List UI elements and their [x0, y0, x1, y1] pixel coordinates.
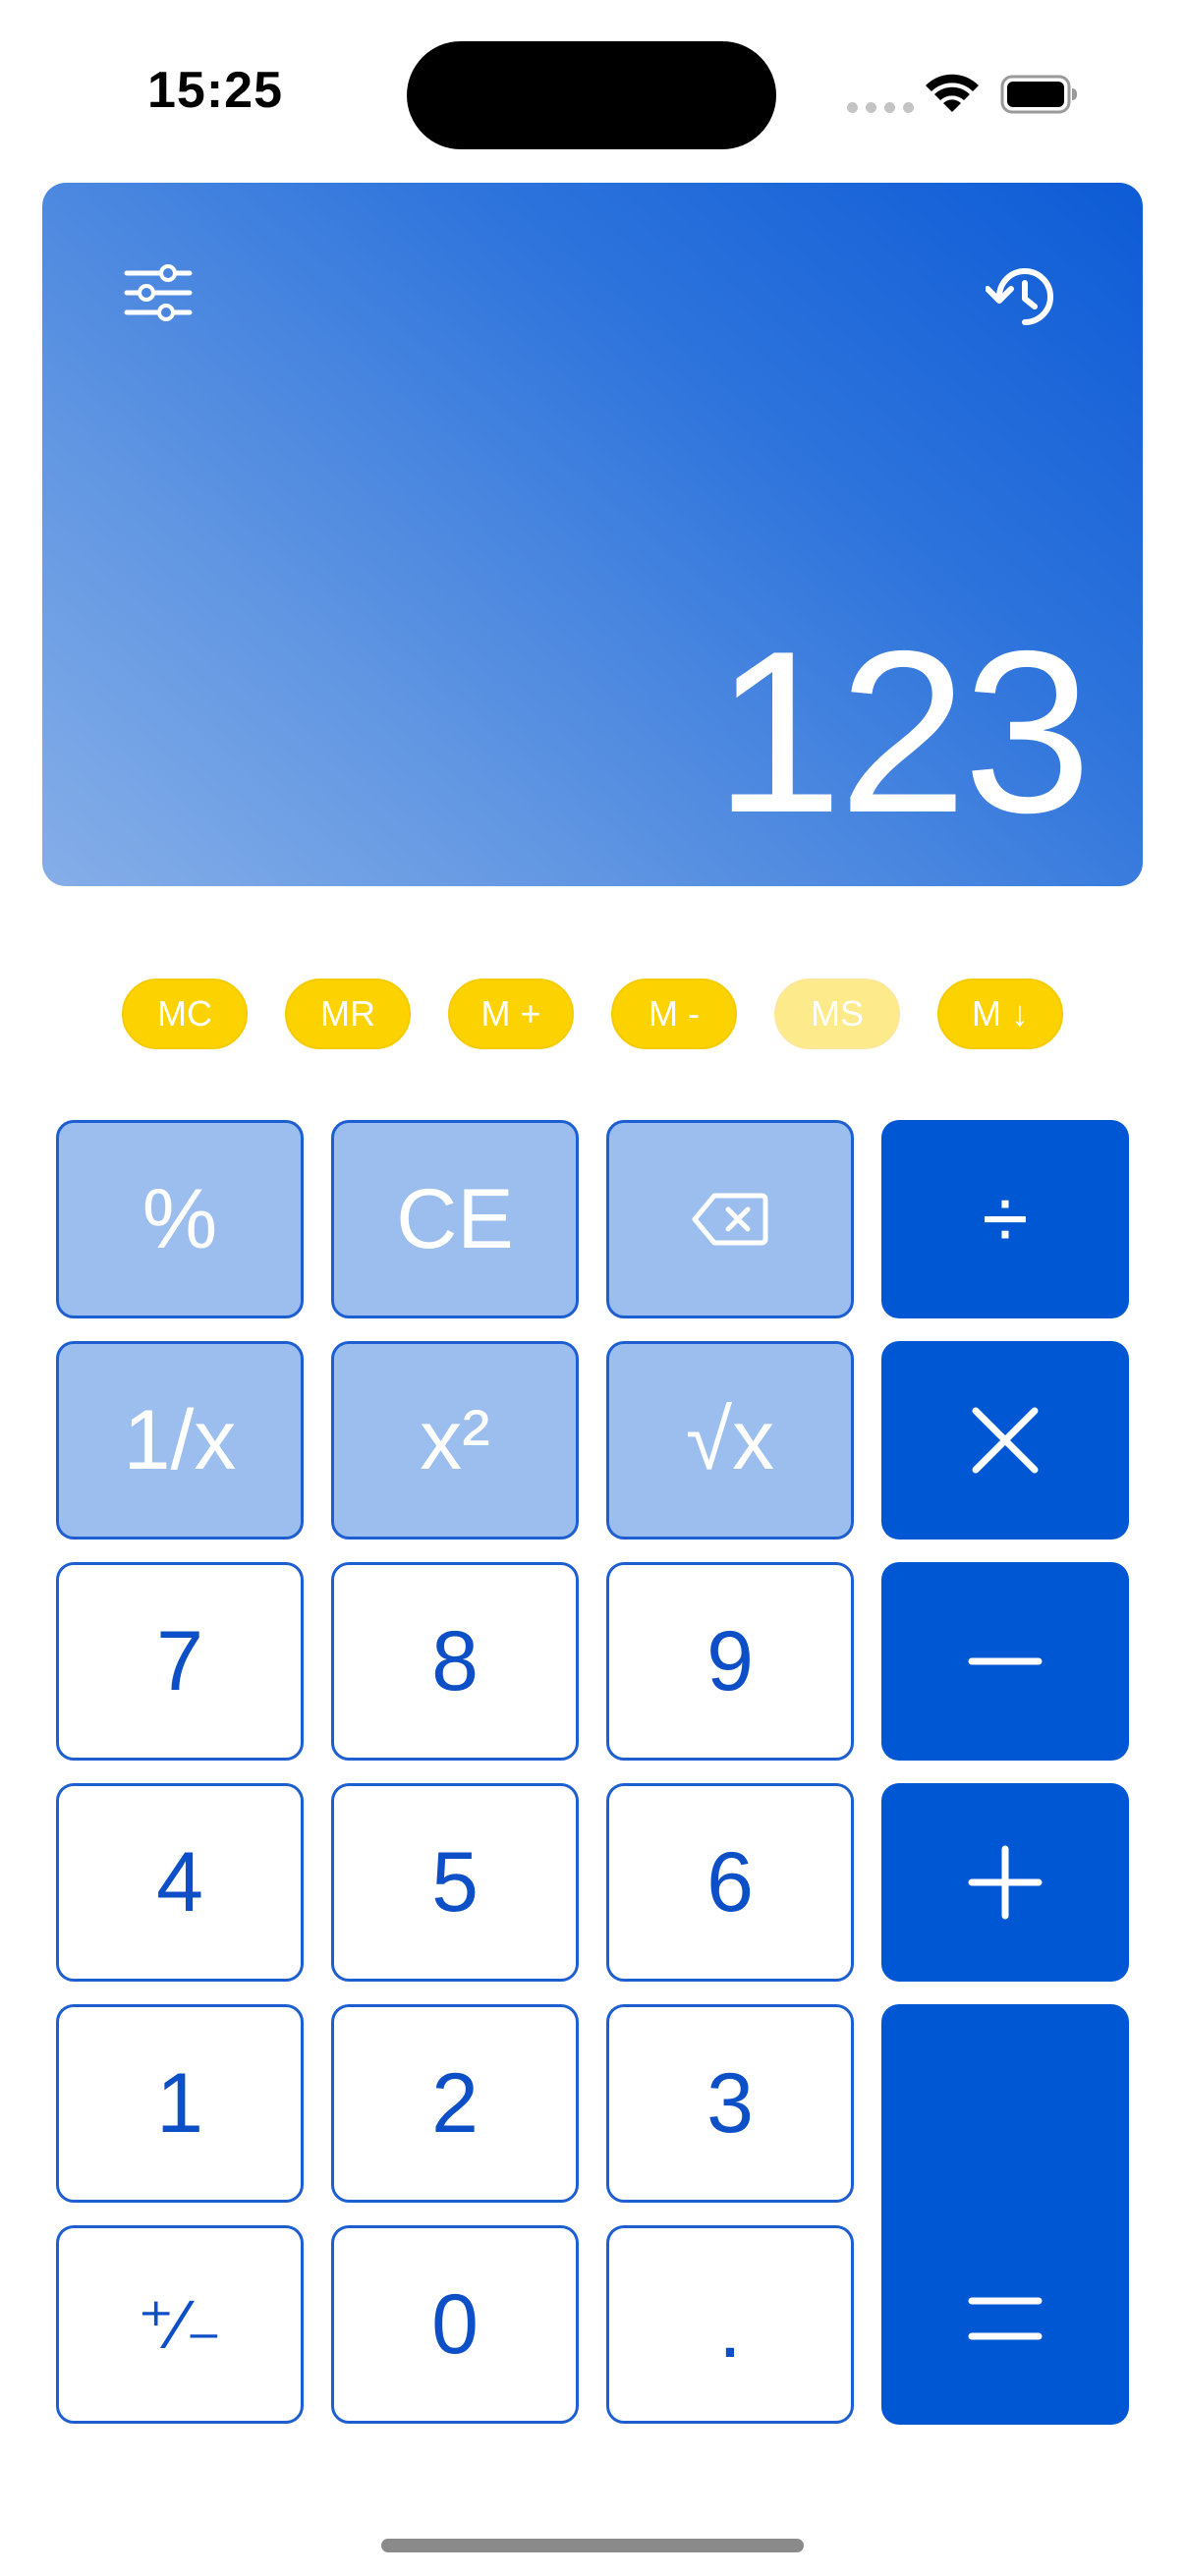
memory-recall-button[interactable]: MR: [285, 979, 411, 1049]
percent-button[interactable]: %: [56, 1120, 304, 1318]
digit-3-button[interactable]: 3: [606, 2004, 854, 2203]
digit-6-button[interactable]: 6: [606, 1783, 854, 1982]
display-value: 123: [713, 602, 1092, 861]
clear-entry-button[interactable]: CE: [331, 1120, 579, 1318]
memory-subtract-button[interactable]: M -: [611, 979, 737, 1049]
settings-sliders-icon[interactable]: [123, 263, 194, 322]
memory-list-button[interactable]: M ↓: [937, 979, 1063, 1049]
equals-button[interactable]: [881, 2004, 1129, 2425]
battery-icon: [1000, 75, 1077, 114]
decimal-button[interactable]: .: [606, 2225, 854, 2424]
home-indicator[interactable]: [381, 2539, 804, 2552]
backspace-icon: [692, 1193, 768, 1246]
square-button[interactable]: x²: [331, 1341, 579, 1540]
memory-store-button[interactable]: MS: [774, 979, 900, 1049]
multiply-button[interactable]: [881, 1341, 1129, 1540]
digit-0-button[interactable]: 0: [331, 2225, 579, 2424]
digit-4-button[interactable]: 4: [56, 1783, 304, 1982]
memory-add-button[interactable]: M +: [448, 979, 574, 1049]
reciprocal-button[interactable]: 1/x: [56, 1341, 304, 1540]
divide-button[interactable]: ÷: [881, 1120, 1129, 1318]
memory-row: MC MR M + M - MS M ↓: [122, 979, 1063, 1049]
display-panel: 123: [42, 183, 1143, 886]
plus-icon: [968, 1845, 1043, 1920]
multiply-icon: [972, 1407, 1039, 1474]
wifi-icon: [926, 74, 979, 112]
minus-icon: [968, 1657, 1043, 1665]
history-icon[interactable]: [986, 261, 1060, 332]
digit-8-button[interactable]: 8: [331, 1562, 579, 1761]
digit-2-button[interactable]: 2: [331, 2004, 579, 2203]
digit-9-button[interactable]: 9: [606, 1562, 854, 1761]
digit-7-button[interactable]: 7: [56, 1562, 304, 1761]
backspace-button[interactable]: [606, 1120, 854, 1318]
equals-icon: [968, 2297, 1043, 2340]
add-button[interactable]: [881, 1783, 1129, 1982]
status-time: 15:25: [147, 62, 283, 119]
memory-clear-button[interactable]: MC: [122, 979, 248, 1049]
cellular-signal-icon: [847, 102, 914, 113]
digit-5-button[interactable]: 5: [331, 1783, 579, 1982]
square-root-button[interactable]: √x: [606, 1341, 854, 1540]
dynamic-island: [407, 41, 776, 149]
digit-1-button[interactable]: 1: [56, 2004, 304, 2203]
subtract-button[interactable]: [881, 1562, 1129, 1761]
negate-button[interactable]: ⁺∕₋: [56, 2225, 304, 2424]
